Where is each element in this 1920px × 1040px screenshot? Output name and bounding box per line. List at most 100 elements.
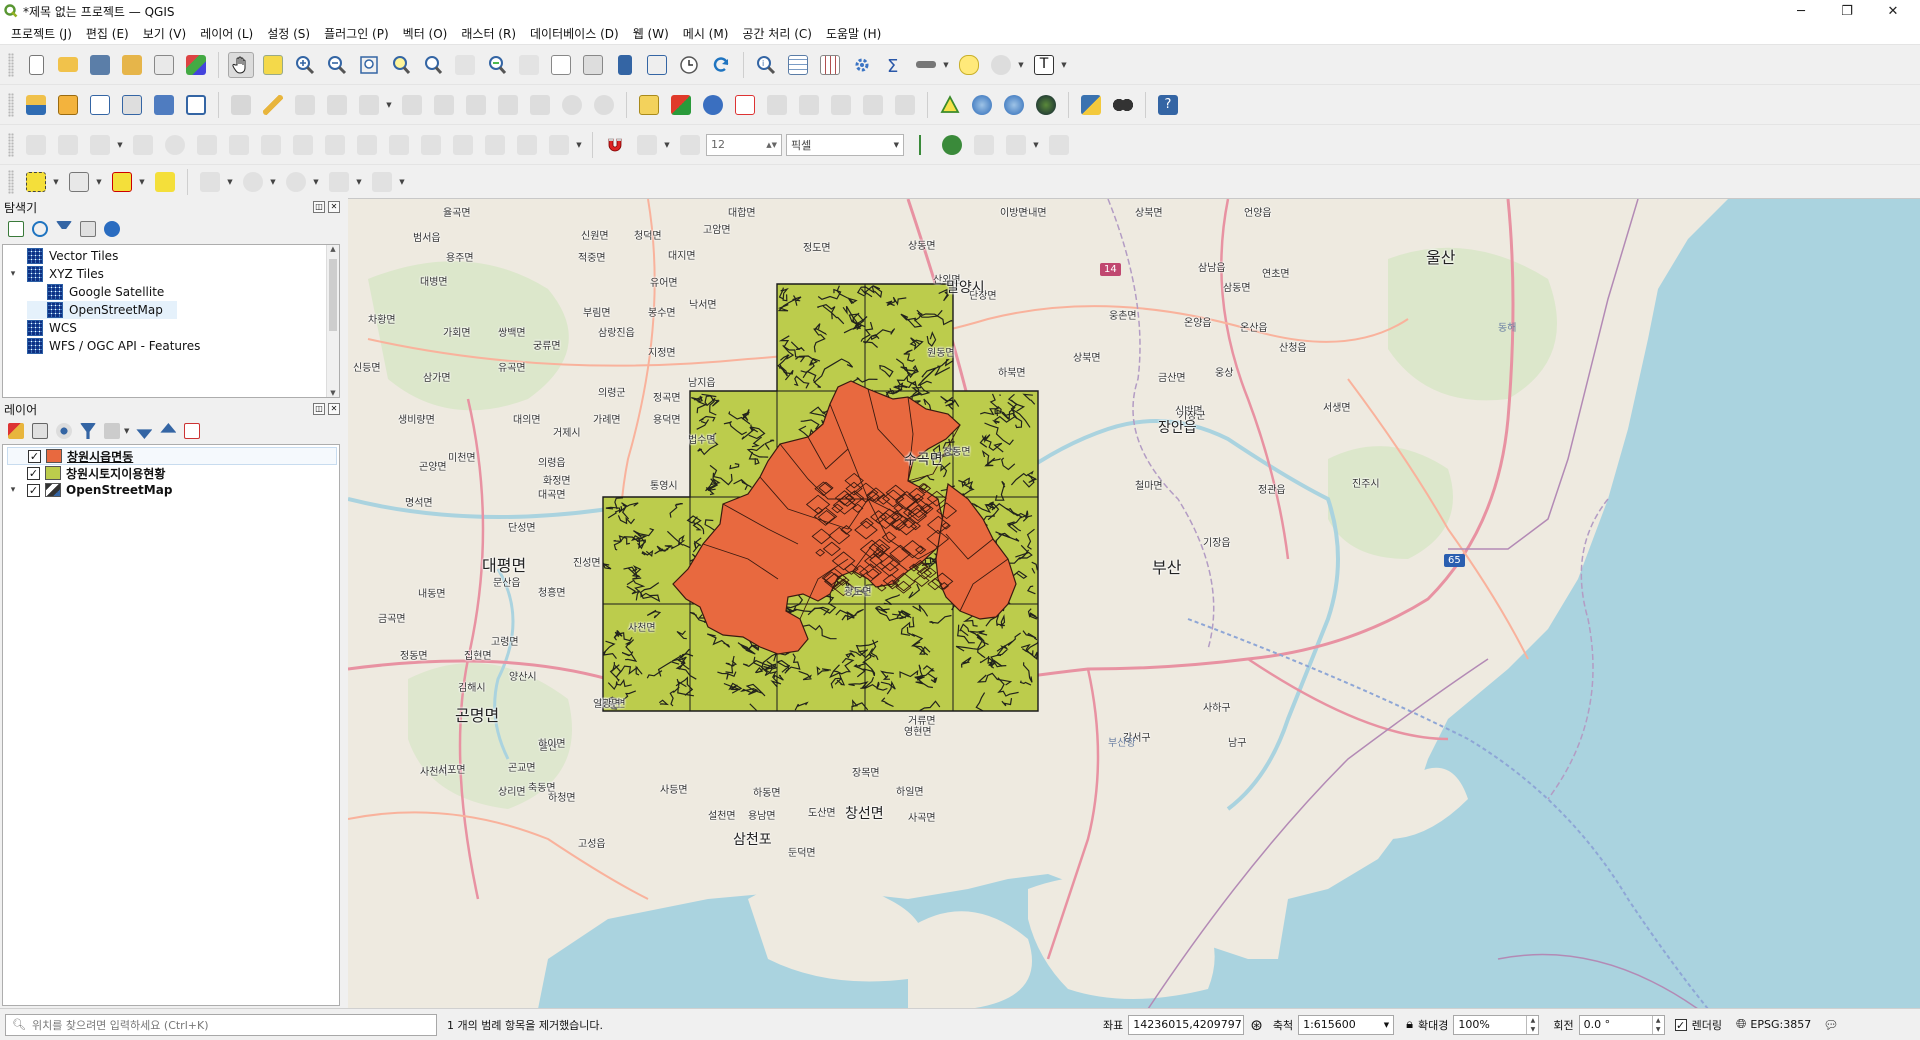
web-service-1-button[interactable] [969,92,995,118]
coordinate-field[interactable]: 14236015,4209797 [1128,1014,1245,1035]
add-ring-button[interactable] [162,132,188,158]
digitize-with-segment-button[interactable] [23,132,49,158]
close-panel-button[interactable]: ✕ [328,403,340,415]
pin-labels-button[interactable] [764,92,790,118]
merge-attributes-button[interactable] [514,132,540,158]
move-label-button[interactable] [828,92,854,118]
expand-toggle-icon[interactable]: ▾ [7,485,19,495]
select-by-location-button[interactable] [152,169,178,195]
snapping-toggle-button[interactable] [602,132,628,158]
spin-arrows-icon[interactable]: ▲ ▼ [1526,1015,1538,1034]
add-virtual-layer-button[interactable] [183,92,209,118]
spin-arrows-icon[interactable]: ▲ ▼ [1651,1015,1664,1034]
minimize-button[interactable]: ─ [1778,0,1824,22]
field-calculator-button[interactable] [817,52,843,78]
rotate-label-button[interactable] [860,92,886,118]
add-vector-layer-button[interactable] [87,92,113,118]
crs-button[interactable]: EPSG:3857 [1750,1018,1811,1031]
zoom-layer-button[interactable] [420,52,446,78]
menu-web[interactable]: 웹 (W) [626,25,676,42]
float-panel-button[interactable]: ◫ [313,201,325,213]
float-panel-button[interactable]: ◫ [313,403,325,415]
add-ellipse-button[interactable] [283,169,309,195]
expand-toggle-icon[interactable]: ▾ [7,269,19,279]
modify-attributes-button[interactable] [399,92,425,118]
add-circle-dropdown[interactable]: ▼ [269,169,277,195]
select-features-dropdown[interactable]: ▼ [52,169,60,195]
menu-mesh[interactable]: 메시 (M) [676,25,736,42]
add-regular-polygon-dropdown[interactable]: ▼ [398,169,406,195]
locator-search-input[interactable]: 🔍︎ 위치를 찾으려면 입력하세요 (Ctrl+K) [5,1013,437,1036]
lock-scale-icon[interactable]: 🔒︎ [1406,1017,1413,1032]
browser-item[interactable]: Vector Tiles [7,247,118,265]
add-part-button[interactable] [194,132,220,158]
python-console-button[interactable] [1078,92,1104,118]
new-bookmark-button[interactable] [612,52,638,78]
deselect-dropdown[interactable]: ▼ [138,169,146,195]
add-raster-layer-button[interactable] [119,92,145,118]
browser-item[interactable]: WCS [7,319,77,337]
menu-processing[interactable]: 공간 처리 (C) [735,25,819,42]
snap-vertex-button[interactable] [634,132,660,158]
scroll-up-icon[interactable]: ▲ [327,245,339,253]
tracing-dropdown[interactable]: ▼ [1032,132,1040,158]
vertex-dropdown[interactable]: ▼ [385,92,393,118]
delete-selected-button[interactable] [431,92,457,118]
add-circle-button[interactable] [240,169,266,195]
diagram-options-button[interactable] [700,92,726,118]
layer-visibility-checkbox[interactable]: ✓ [27,466,40,480]
web-service-3-button[interactable] [1033,92,1059,118]
expand-all-icon[interactable] [136,429,153,439]
toggle-editing-button[interactable] [260,92,286,118]
show-hide-labels-button[interactable] [796,92,822,118]
print-layout-button[interactable] [151,52,177,78]
split-parts-button[interactable] [450,132,476,158]
georeferencer-button[interactable] [937,92,963,118]
menu-help[interactable]: 도움말 (H) [819,25,888,42]
current-edits-button[interactable] [228,92,254,118]
new-3d-view-button[interactable] [580,52,606,78]
zoom-full-button[interactable] [356,52,382,78]
browser-item[interactable]: OpenStreetMap [27,301,177,319]
remove-layer-icon[interactable] [184,423,201,439]
redo-button[interactable] [591,92,617,118]
layer-item[interactable]: ▾ ✓ OpenStreetMap [7,481,337,499]
add-delimited-text-button[interactable] [151,92,177,118]
self-snapping-button[interactable] [1046,132,1072,158]
annotations-dropdown[interactable]: ▼ [1017,52,1025,78]
add-rectangle-dropdown[interactable]: ▼ [355,169,363,195]
menu-vector[interactable]: 벡터 (O) [396,25,455,42]
vertex-tool-button[interactable] [356,92,382,118]
add-group-icon[interactable] [32,423,48,439]
split-features-button[interactable] [418,132,444,158]
select-by-value-dropdown[interactable]: ▼ [95,169,103,195]
menu-edit[interactable]: 편집 (E) [79,25,136,42]
map-tips-button[interactable] [956,52,982,78]
reshape-button[interactable] [322,132,348,158]
menu-raster[interactable]: 래스터 (R) [454,25,523,42]
add-rectangle-button[interactable] [326,169,352,195]
snap-vertex-dropdown[interactable]: ▼ [663,132,671,158]
change-label-button[interactable] [892,92,918,118]
filter-legend-icon[interactable] [80,423,96,439]
snap-tolerance-field[interactable]: 12 ▲▼ [706,133,782,156]
add-polygon-button[interactable] [197,169,223,195]
render-checkbox[interactable]: ✓ [1674,1018,1687,1031]
layer-labeling-button[interactable] [668,92,694,118]
measure-dropdown[interactable]: ▼ [942,52,950,78]
info-icon[interactable] [104,221,120,237]
scroll-down-icon[interactable]: ▼ [327,389,339,397]
save-project-button[interactable] [87,52,113,78]
measure-button[interactable] [913,52,939,78]
collapse-all-icon[interactable] [80,221,96,237]
layer-visibility-checkbox[interactable]: ✓ [27,483,40,497]
open-project-button[interactable] [55,52,81,78]
save-edits-button[interactable] [292,92,318,118]
fill-ring-button[interactable] [226,132,252,158]
avoid-overlap-button[interactable] [939,132,965,158]
snap-mode-button[interactable] [677,132,703,158]
add-regular-polygon-button[interactable] [369,169,395,195]
menu-plugins[interactable]: 플러그인 (P) [317,25,396,42]
zoom-native-button[interactable] [452,52,478,78]
scale-combobox[interactable]: 1:615600 ▼ [1298,1014,1395,1035]
